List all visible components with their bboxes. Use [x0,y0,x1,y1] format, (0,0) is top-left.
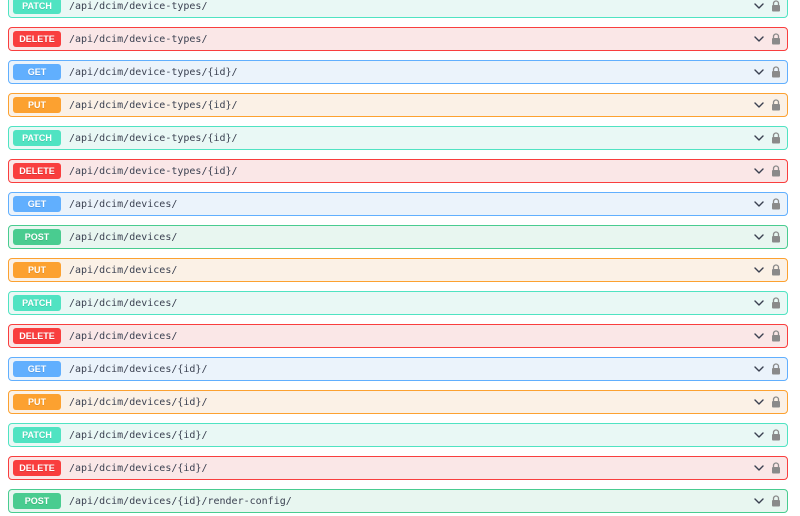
operation-path: /api/dcim/device-types/ [69,0,208,12]
operation-path: /api/dcim/devices/{id}/ [69,429,208,441]
method-badge: PUT [13,394,61,410]
operation-path: /api/dcim/devices/ [69,231,178,243]
chevron-down-icon[interactable] [753,0,765,12]
method-badge: DELETE [13,163,61,179]
method-badge: PATCH [13,295,61,311]
operation-get-row[interactable]: GET/api/dcim/devices/{id}/ [8,357,788,381]
chevron-down-icon[interactable] [753,495,765,507]
lock-icon[interactable] [771,0,781,12]
operation-put-row[interactable]: PUT/api/dcim/devices/ [8,258,788,282]
method-badge: PATCH [13,427,61,443]
chevron-down-icon[interactable] [753,132,765,144]
lock-icon[interactable] [771,264,781,276]
operation-path: /api/dcim/devices/{id}/ [69,396,208,408]
lock-icon[interactable] [771,429,781,441]
method-badge: PUT [13,97,61,113]
lock-icon[interactable] [771,33,781,45]
operation-put-row[interactable]: PUT/api/dcim/device-types/{id}/ [8,93,788,117]
operation-path: /api/dcim/devices/{id}/render-config/ [69,495,292,507]
operation-patch-row[interactable]: PATCH/api/dcim/device-types/ [8,0,788,18]
method-badge: PUT [13,262,61,278]
operation-path: /api/dcim/devices/ [69,330,178,342]
method-badge: POST [13,229,61,245]
operation-get-row[interactable]: GET/api/dcim/devices/ [8,192,788,216]
chevron-down-icon[interactable] [753,99,765,111]
method-badge: PATCH [13,130,61,146]
operation-path: /api/dcim/devices/{id}/ [69,462,208,474]
operation-path: /api/dcim/devices/ [69,264,178,276]
lock-icon[interactable] [771,495,781,507]
method-badge: DELETE [13,460,61,476]
chevron-down-icon[interactable] [753,33,765,45]
chevron-down-icon[interactable] [753,297,765,309]
lock-icon[interactable] [771,99,781,111]
operation-delete-row[interactable]: DELETE/api/dcim/devices/{id}/ [8,456,788,480]
operation-path: /api/dcim/device-types/{id}/ [69,165,238,177]
chevron-down-icon[interactable] [753,363,765,375]
operation-post-row[interactable]: POST/api/dcim/devices/{id}/render-config… [8,489,788,513]
lock-icon[interactable] [771,330,781,342]
operation-patch-row[interactable]: PATCH/api/dcim/devices/{id}/ [8,423,788,447]
chevron-down-icon[interactable] [753,462,765,474]
operation-delete-row[interactable]: DELETE/api/dcim/device-types/ [8,27,788,51]
chevron-down-icon[interactable] [753,396,765,408]
method-badge: GET [13,196,61,212]
chevron-down-icon[interactable] [753,429,765,441]
operation-put-row[interactable]: PUT/api/dcim/devices/{id}/ [8,390,788,414]
operation-path: /api/dcim/devices/{id}/ [69,363,208,375]
operations-list: PATCH/api/dcim/device-types/DELETE/api/d… [0,0,800,516]
operation-path: /api/dcim/devices/ [69,198,178,210]
method-badge: GET [13,361,61,377]
operation-post-row[interactable]: POST/api/dcim/devices/ [8,225,788,249]
lock-icon[interactable] [771,165,781,177]
chevron-down-icon[interactable] [753,231,765,243]
lock-icon[interactable] [771,132,781,144]
chevron-down-icon[interactable] [753,165,765,177]
lock-icon[interactable] [771,66,781,78]
operation-path: /api/dcim/device-types/{id}/ [69,132,238,144]
operation-patch-row[interactable]: PATCH/api/dcim/device-types/{id}/ [8,126,788,150]
method-badge: GET [13,64,61,80]
lock-icon[interactable] [771,396,781,408]
lock-icon[interactable] [771,297,781,309]
chevron-down-icon[interactable] [753,264,765,276]
operation-path: /api/dcim/devices/ [69,297,178,309]
operation-delete-row[interactable]: DELETE/api/dcim/devices/ [8,324,788,348]
operation-delete-row[interactable]: DELETE/api/dcim/device-types/{id}/ [8,159,788,183]
operation-get-row[interactable]: GET/api/dcim/device-types/{id}/ [8,60,788,84]
method-badge: DELETE [13,328,61,344]
operation-patch-row[interactable]: PATCH/api/dcim/devices/ [8,291,788,315]
operation-path: /api/dcim/device-types/{id}/ [69,66,238,78]
operation-path: /api/dcim/device-types/{id}/ [69,99,238,111]
lock-icon[interactable] [771,198,781,210]
lock-icon[interactable] [771,363,781,375]
method-badge: PATCH [13,0,61,14]
method-badge: DELETE [13,31,61,47]
method-badge: POST [13,493,61,509]
lock-icon[interactable] [771,231,781,243]
chevron-down-icon[interactable] [753,198,765,210]
operation-path: /api/dcim/device-types/ [69,33,208,45]
chevron-down-icon[interactable] [753,330,765,342]
chevron-down-icon[interactable] [753,66,765,78]
lock-icon[interactable] [771,462,781,474]
